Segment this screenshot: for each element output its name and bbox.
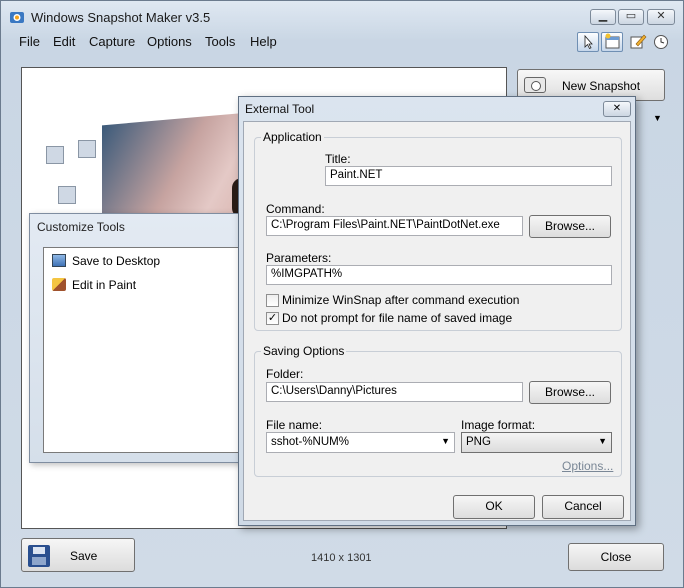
dialog-body: Application Title: Paint.NET Command: C:… — [243, 121, 631, 521]
group-title-saving: Saving Options — [261, 344, 347, 358]
command-browse-button[interactable]: Browse... — [529, 215, 611, 238]
customize-tools-window: Customize Tools Save to Desktop Edit in … — [29, 213, 253, 463]
window-capture-icon[interactable] — [601, 32, 623, 52]
paint-icon — [52, 278, 66, 291]
maximize-icon: ▭ — [625, 10, 637, 22]
new-snapshot-label: New Snapshot — [562, 79, 641, 93]
desktop-thumbnail-icon — [78, 140, 96, 158]
main-window: Windows Snapshot Maker v3.5 ▁ ▭ ✕ File E… — [0, 0, 684, 588]
window-title: Windows Snapshot Maker v3.5 — [31, 10, 211, 25]
list-item-label: Save to Desktop — [72, 254, 161, 268]
no-prompt-checkbox[interactable]: ✓ — [266, 312, 279, 325]
image-format-label: Image format: — [461, 418, 536, 432]
save-label: Save — [70, 549, 98, 563]
menu-file[interactable]: File — [19, 34, 40, 49]
menu-help[interactable]: Help — [250, 34, 277, 49]
ok-button[interactable]: OK — [453, 495, 535, 519]
menu-edit[interactable]: Edit — [53, 34, 75, 49]
save-button[interactable]: Save — [21, 538, 135, 572]
file-name-label: File name: — [266, 418, 323, 432]
customize-tools-title: Customize Tools — [37, 220, 125, 234]
cursor-icon[interactable] — [577, 32, 599, 52]
chevron-down-icon: ▼ — [598, 436, 607, 446]
desktop-thumbnail-icon — [58, 186, 76, 204]
close-icon: ✕ — [612, 103, 622, 114]
floppy-icon — [28, 545, 50, 567]
close-button[interactable]: Close — [568, 543, 664, 571]
edit-icon[interactable] — [628, 32, 650, 52]
minimize-button[interactable]: ▁ — [590, 9, 616, 25]
title-label: Title: — [325, 152, 351, 166]
folder-field[interactable]: C:\Users\Danny\Pictures — [266, 382, 523, 402]
close-label: Close — [600, 550, 632, 564]
parameters-label: Parameters: — [266, 251, 332, 265]
command-label: Command: — [266, 202, 325, 216]
file-name-value: sshot-%NUM% — [271, 436, 349, 448]
desktop-thumbnail-icon — [46, 146, 64, 164]
command-field[interactable]: C:\Program Files\Paint.NET\PaintDotNet.e… — [266, 216, 523, 236]
minimize-checkbox[interactable] — [266, 294, 279, 307]
file-name-combo[interactable]: sshot-%NUM% ▼ — [266, 432, 455, 453]
menu-capture[interactable]: Capture — [89, 34, 135, 49]
title-field[interactable]: Paint.NET — [325, 166, 612, 186]
close-window-button[interactable]: ✕ — [647, 9, 675, 25]
image-format-select[interactable]: PNG ▼ — [461, 432, 612, 453]
image-format-value: PNG — [466, 436, 491, 448]
image-dimensions: 1410 x 1301 — [311, 552, 372, 564]
options-link[interactable]: Options... — [562, 459, 613, 473]
dialog-title: External Tool — [245, 102, 315, 116]
cancel-button[interactable]: Cancel — [542, 495, 624, 519]
menu-options[interactable]: Options — [147, 34, 192, 49]
close-icon: ✕ — [656, 10, 666, 22]
folder-label: Folder: — [266, 367, 304, 381]
dialog-close-button[interactable]: ✕ — [603, 101, 631, 117]
capture-mode-dropdown-arrow[interactable]: ▼ — [653, 113, 662, 123]
maximize-button[interactable]: ▭ — [618, 9, 644, 25]
camera-icon — [524, 77, 546, 93]
group-title-application: Application — [261, 130, 324, 144]
minimize-icon: ▁ — [598, 10, 608, 22]
timer-icon[interactable] — [651, 32, 673, 52]
list-item-label: Edit in Paint — [72, 278, 137, 292]
external-tool-dialog: External Tool ✕ Application Title: Paint… — [238, 96, 636, 526]
title-bar: Windows Snapshot Maker v3.5 ▁ ▭ ✕ — [1, 1, 683, 31]
menu-tools[interactable]: Tools — [205, 34, 235, 49]
chevron-down-icon: ▼ — [441, 436, 450, 446]
desktop-icon — [52, 254, 66, 267]
no-prompt-checkbox-label: Do not prompt for file name of saved ima… — [282, 311, 513, 325]
minimize-checkbox-label: Minimize WinSnap after command execution — [282, 293, 520, 307]
tools-list: Save to Desktop Edit in Paint — [43, 247, 243, 453]
checkmark-icon: ✓ — [267, 312, 278, 324]
app-logo-icon — [9, 9, 25, 25]
parameters-field[interactable]: %IMGPATH% — [266, 265, 612, 285]
folder-browse-button[interactable]: Browse... — [529, 381, 611, 404]
